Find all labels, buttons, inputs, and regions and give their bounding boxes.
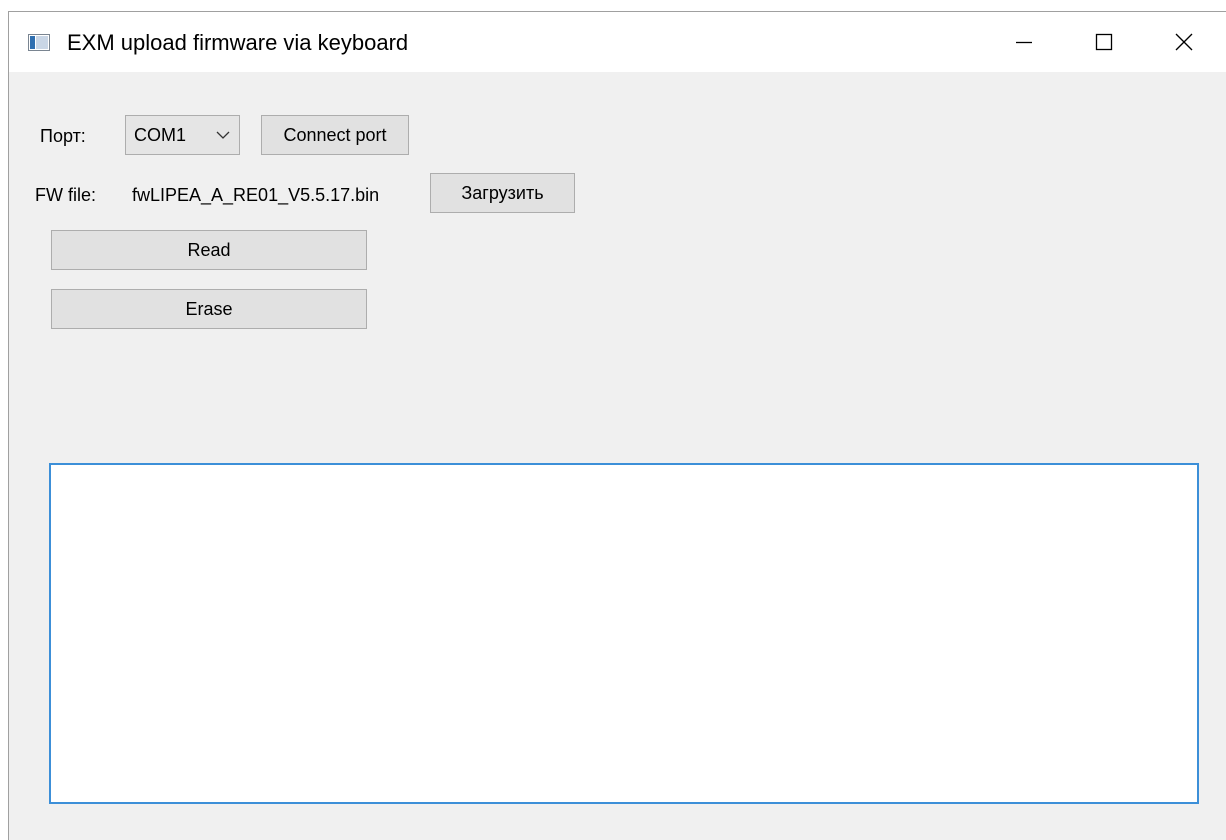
close-button[interactable] [1148,12,1220,72]
port-label: Порт: [40,126,86,146]
minimize-button[interactable] [988,12,1060,72]
close-icon [1175,33,1193,51]
port-select-value: COM1 [134,125,187,145]
port-select[interactable]: COM1 [125,115,240,155]
app-window-icon [28,34,50,51]
maximize-button[interactable] [1068,12,1140,72]
fw-file-label: FW file: [35,185,96,205]
app-window: EXM upload firmware via keyboard Порт: C… [8,11,1226,840]
title-bar[interactable]: EXM upload firmware via keyboard [9,12,1226,72]
chevron-down-icon [216,131,230,139]
minimize-icon [1016,41,1032,44]
maximize-icon [1095,33,1113,51]
window-title: EXM upload firmware via keyboard [67,30,409,55]
read-button[interactable]: Read [51,230,367,270]
erase-button[interactable]: Erase [51,289,367,329]
log-output-area[interactable] [49,463,1199,804]
load-button[interactable]: Загрузить [430,173,575,213]
fw-file-name: fwLIPEA_A_RE01_V5.5.17.bin [132,185,380,205]
connect-port-button[interactable]: Connect port [261,115,409,155]
